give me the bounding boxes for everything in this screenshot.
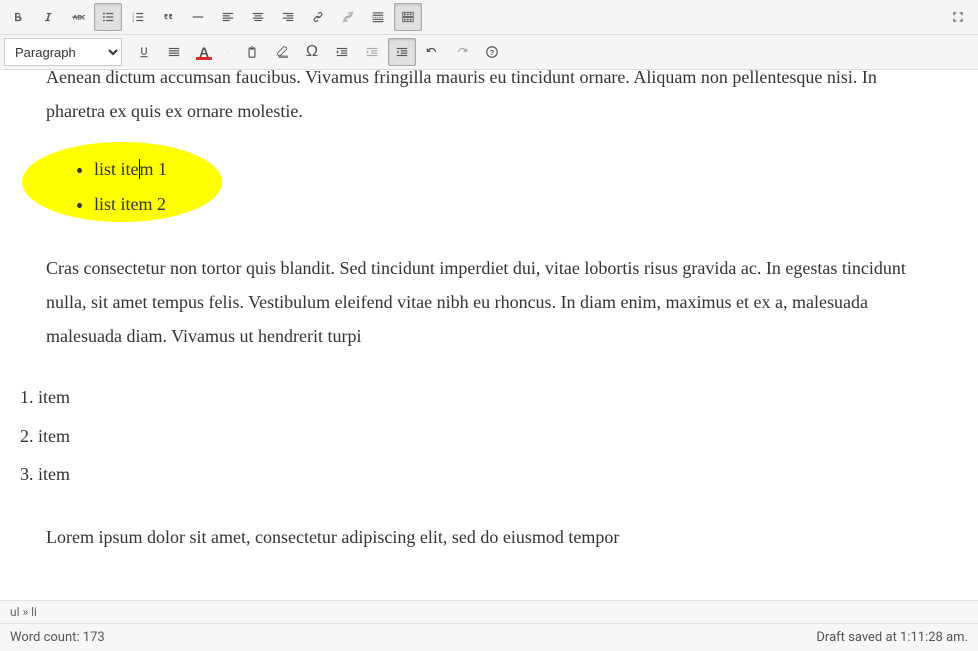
svg-text:?: ? — [490, 48, 495, 57]
toolbar-row-2: Paragraph A Ω ? — [0, 35, 978, 70]
justify-button[interactable] — [160, 38, 188, 66]
svg-text:3: 3 — [132, 19, 134, 23]
svg-text:ABC: ABC — [73, 14, 85, 21]
paragraph-1[interactable]: Aenean dictum accumsan faucibus. Vivamus… — [46, 70, 932, 128]
toolbar-toggle-button[interactable] — [394, 3, 422, 31]
remove-link-button[interactable] — [334, 3, 362, 31]
blockquote-button[interactable] — [154, 3, 182, 31]
horizontal-rule-button[interactable] — [184, 3, 212, 31]
undo-button[interactable] — [418, 38, 446, 66]
paste-text-button[interactable] — [238, 38, 266, 66]
list-item[interactable]: list item 2 — [94, 187, 932, 221]
unordered-list[interactable]: list item 1 list item 2 — [46, 152, 932, 220]
text-color-button[interactable]: A — [190, 38, 218, 66]
strikethrough-button[interactable]: ABC — [64, 3, 92, 31]
editor-content[interactable]: Aenean dictum accumsan faucibus. Vivamus… — [0, 70, 978, 600]
list-item[interactable]: item — [20, 381, 932, 413]
align-right-button[interactable] — [274, 3, 302, 31]
insert-more-button[interactable] — [364, 3, 392, 31]
bullet-list-button[interactable] — [94, 3, 122, 31]
text-color-dropdown-button[interactable] — [220, 38, 236, 66]
toolbar-row-1: ABC 123 — [0, 0, 978, 35]
align-center-button[interactable] — [244, 3, 272, 31]
redo-button[interactable] — [448, 38, 476, 66]
outdent-button[interactable] — [328, 38, 356, 66]
align-left-button[interactable] — [214, 3, 242, 31]
clear-formatting-button[interactable] — [268, 38, 296, 66]
paragraph-2[interactable]: Cras consectetur non tortor quis blandit… — [46, 251, 932, 354]
fullscreen-button[interactable] — [944, 3, 972, 31]
insert-link-button[interactable] — [304, 3, 332, 31]
help-button[interactable]: ? — [478, 38, 506, 66]
paragraph-3[interactable]: Lorem ipsum dolor sit amet, consectetur … — [46, 520, 932, 554]
shortcode-button[interactable] — [388, 38, 416, 66]
status-bar: Word count: 173 Draft saved at 1:11:28 a… — [0, 623, 978, 651]
bold-button[interactable] — [4, 3, 32, 31]
ordered-list[interactable]: item item item — [20, 381, 932, 490]
list-item[interactable]: item — [20, 420, 932, 452]
draft-saved-status: Draft saved at 1:11:28 am. — [816, 630, 968, 645]
text-color-indicator — [196, 57, 212, 60]
underline-button[interactable] — [130, 38, 158, 66]
indent-button[interactable] — [358, 38, 386, 66]
list-item[interactable]: item — [20, 458, 932, 490]
list-item[interactable]: list item 1 — [94, 152, 932, 186]
special-character-button[interactable]: Ω — [298, 38, 326, 66]
italic-button[interactable] — [34, 3, 62, 31]
word-count: Word count: 173 — [10, 630, 105, 645]
format-selector[interactable]: Paragraph — [4, 38, 122, 66]
numbered-list-button[interactable]: 123 — [124, 3, 152, 31]
element-path-bar[interactable]: ul » li — [0, 600, 978, 623]
